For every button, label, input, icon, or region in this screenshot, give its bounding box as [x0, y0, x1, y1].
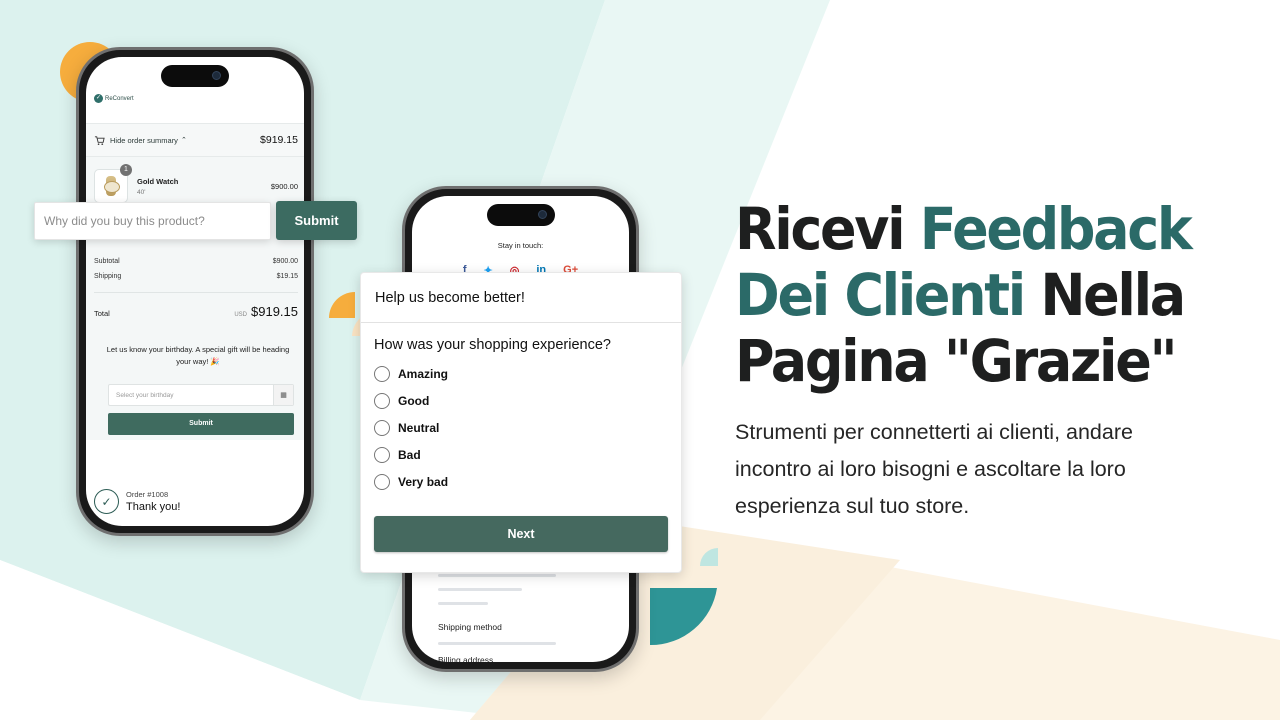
skeleton-line	[438, 602, 488, 605]
cart-icon	[94, 135, 105, 145]
skeleton-line	[438, 588, 522, 591]
divider	[94, 292, 298, 293]
radio-button[interactable]	[374, 447, 390, 463]
option-label: Good	[398, 394, 430, 408]
white-corner-shape	[0, 560, 380, 720]
birthday-message: Let us know your birthday. A special gif…	[106, 345, 290, 366]
shipping-row: Shipping $19.15	[94, 273, 298, 280]
dynamic-island-2	[486, 204, 555, 226]
why-buy-placeholder: Why did you buy this product?	[44, 214, 205, 228]
page-subtext: Strumenti per connetterti ai clienti, an…	[735, 420, 1133, 518]
mint-quarter-shape	[700, 548, 718, 566]
shipping-label: Shipping	[94, 273, 122, 280]
why-submit-button[interactable]: Submit	[276, 201, 357, 240]
thank-you-heading: Thank you!	[126, 501, 181, 513]
camera-icon	[212, 71, 221, 80]
total-value: $919.15	[251, 304, 298, 319]
thank-you-block: ✓ Order #1008 Thank you!	[94, 489, 180, 514]
subtotal-row: Subtotal $900.00	[94, 258, 298, 265]
subtotal-value: $900.00	[272, 258, 298, 265]
product-variant: 40'	[137, 188, 146, 196]
summary-total: $919.15	[260, 134, 298, 146]
headline-word: Nella	[1023, 261, 1186, 329]
total-label: Total	[94, 309, 110, 318]
survey-question: How was your shopping experience?	[374, 337, 611, 353]
stay-in-touch-label: Stay in touch:	[497, 241, 544, 250]
option-label: Amazing	[398, 367, 449, 381]
survey-option-bad[interactable]: Bad	[374, 447, 421, 463]
dynamic-island	[161, 65, 229, 87]
survey-option-amazing[interactable]: Amazing	[374, 366, 448, 382]
radio-button[interactable]	[374, 420, 390, 436]
radio-button[interactable]	[374, 366, 390, 382]
birthday-placeholder: Select your birthday	[116, 391, 174, 399]
currency-code: USD	[234, 312, 247, 318]
birthday-input[interactable]: Select your birthday ▦	[108, 384, 294, 406]
order-panel: 1 Gold Watch 40' $900.00 Subtotal $900.0…	[86, 157, 304, 440]
survey-option-very-bad[interactable]: Very bad	[374, 474, 448, 490]
order-summary-toggle[interactable]: Hide order summary ⌃ $919.15	[86, 123, 304, 157]
headline-word: Pagina "Grazie"	[735, 327, 1178, 395]
reconvert-logo-icon: ✓	[94, 94, 103, 103]
survey-card: Help us become better! How was your shop…	[360, 272, 682, 573]
quantity-badge: 1	[120, 164, 132, 176]
headline-accent: Dei Clienti	[735, 261, 1026, 329]
summary-toggle-label: Hide order summary	[110, 135, 178, 145]
shipping-value: $19.15	[276, 273, 298, 280]
option-label: Neutral	[398, 421, 440, 435]
page-headline: Ricevi Feedback Dei Clienti Nella Pagina…	[735, 195, 1193, 395]
radio-button[interactable]	[374, 474, 390, 490]
brand-logo: ✓ ReConvert	[94, 94, 134, 103]
chevron-up-icon: ⌃	[180, 137, 187, 144]
teal-quarter-shape	[650, 588, 717, 646]
subtotal-label: Subtotal	[94, 258, 120, 265]
option-label: Bad	[398, 448, 421, 462]
option-label: Very bad	[398, 475, 449, 489]
survey-title: Help us become better!	[361, 273, 681, 323]
brand-name: ReConvert	[105, 95, 134, 102]
survey-next-button[interactable]: Next	[374, 516, 668, 552]
watch-image	[104, 176, 120, 196]
phone-order-summary: ✓ ReConvert Hide order summary ⌃ $919.15…	[76, 47, 314, 536]
order-number: Order #1008	[126, 490, 169, 499]
total-row: Total USD $919.15	[94, 304, 298, 319]
product-price: $900.00	[270, 181, 298, 191]
product-thumbnail: 1	[94, 164, 132, 203]
calendar-icon[interactable]: ▦	[273, 385, 293, 405]
headline-accent: Feedback	[919, 195, 1193, 263]
shipping-method-label: Shipping method	[438, 622, 502, 632]
survey-option-neutral[interactable]: Neutral	[374, 420, 439, 436]
skeleton-line	[438, 642, 556, 645]
survey-option-good[interactable]: Good	[374, 393, 429, 409]
headline-word: Ricevi	[735, 195, 920, 263]
line-item: 1 Gold Watch 40' $900.00	[94, 164, 298, 203]
phone-screen: ✓ ReConvert Hide order summary ⌃ $919.15…	[86, 57, 304, 526]
radio-button[interactable]	[374, 393, 390, 409]
why-buy-input[interactable]: Why did you buy this product?	[34, 202, 271, 240]
camera-icon	[537, 210, 547, 219]
birthday-submit-button[interactable]: Submit	[108, 413, 294, 435]
billing-address-label: Billing address	[438, 655, 494, 662]
product-name: Gold Watch	[137, 176, 179, 186]
check-circle-icon: ✓	[94, 489, 119, 514]
skeleton-line	[438, 574, 556, 577]
orange-quarter-shape	[329, 292, 355, 318]
